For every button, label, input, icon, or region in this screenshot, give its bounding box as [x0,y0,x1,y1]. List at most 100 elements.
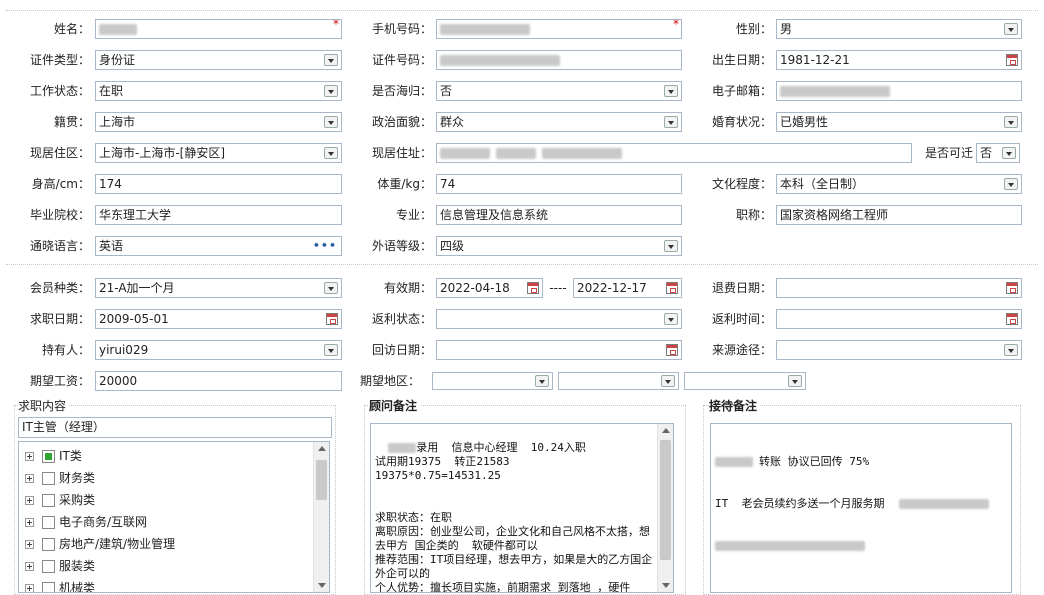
advisor-notes-scrollbar[interactable] [657,424,673,592]
native-select[interactable]: 上海市 [95,112,342,132]
rebate-status-select[interactable] [436,309,682,329]
residence-area-select[interactable]: 上海市-上海市-[静安区] [95,143,342,163]
phone-field[interactable]: * [436,19,682,39]
calendar-icon[interactable] [1006,54,1018,66]
scroll-down-icon[interactable] [318,583,326,588]
returnee-select[interactable]: 否 [436,81,682,101]
tree-item[interactable]: 财务类 [25,467,95,489]
chevron-down-icon[interactable] [324,282,338,294]
idtype-select[interactable]: 身份证 [95,50,342,70]
tree-scrollbar[interactable] [313,442,329,592]
chevron-down-icon[interactable] [324,344,338,356]
chevron-down-icon[interactable] [324,147,338,159]
major-field[interactable]: 信息管理及信息系统 [436,205,682,225]
rebate-time-label: 返利时间： [711,312,772,326]
chevron-down-icon[interactable] [324,54,338,66]
calendar-icon[interactable] [666,282,678,294]
scroll-up-icon[interactable] [318,446,326,451]
salary-field[interactable]: 20000 [95,371,342,391]
title-field[interactable]: 国家资格网络工程师 [776,205,1022,225]
rebate-time-field[interactable] [776,309,1022,329]
education-select[interactable]: 本科（全日制） [776,174,1022,194]
email-field[interactable] [776,81,1022,101]
expand-icon[interactable] [25,540,34,549]
chevron-down-icon[interactable] [664,240,678,252]
expand-icon[interactable] [25,562,34,571]
valid-from-field[interactable]: 2022-04-18 [436,278,543,298]
checkbox[interactable] [42,560,55,573]
scroll-thumb[interactable] [316,460,327,500]
tree-item[interactable]: 采购类 [25,489,95,511]
checkbox[interactable] [42,516,55,529]
visit-date-field[interactable] [436,340,682,360]
tree-item[interactable]: IT类 [25,445,82,467]
apply-date-field[interactable]: 2009-05-01 [95,309,342,329]
idno-field[interactable] [436,50,682,70]
chevron-down-icon[interactable] [1004,23,1018,35]
holder-label: 持有人： [41,343,90,357]
scroll-thumb[interactable] [660,440,671,560]
chevron-down-icon[interactable] [661,375,675,387]
scroll-down-icon[interactable] [662,583,670,588]
reception-notes-textarea[interactable]: 转账 协议已回传 75% IT 老会员续约多送一个月服务期 [710,423,1012,593]
chevron-down-icon[interactable] [788,375,802,387]
marital-select[interactable]: 已婚男性 [776,112,1022,132]
chevron-down-icon[interactable] [664,116,678,128]
checkbox-partial[interactable] [42,450,55,463]
expand-icon[interactable] [25,452,34,461]
expand-icon[interactable] [25,474,34,483]
workstatus-select[interactable]: 在职 [95,81,342,101]
scroll-up-icon[interactable] [662,428,670,433]
relocate-select[interactable]: 否 [976,143,1020,163]
langlevel-select[interactable]: 四级 [436,236,682,256]
member-type-select[interactable]: 21-A加一个月 [95,278,342,298]
chevron-down-icon[interactable] [664,313,678,325]
calendar-icon[interactable] [1006,282,1018,294]
tree-item[interactable]: 房地产/建筑/物业管理 [25,533,175,555]
redacted-address [496,148,536,159]
valid-to-field[interactable]: 2022-12-17 [573,278,682,298]
tree-item[interactable]: 电子商务/互联网 [25,511,147,533]
language-field[interactable]: 英语 ••• [95,236,342,256]
checkbox[interactable] [42,472,55,485]
calendar-icon[interactable] [326,313,338,325]
job-selected-field[interactable]: IT主管（经理） [18,417,332,438]
checkbox[interactable] [42,582,55,592]
tree-item[interactable]: 服装类 [25,555,95,577]
residence-addr-field[interactable] [436,143,912,163]
chevron-down-icon[interactable] [324,85,338,97]
checkbox[interactable] [42,494,55,507]
advisor-notes-textarea[interactable]: 录用 信息中心经理 10.24入职 试用期19375 转正21583 19375… [370,423,674,593]
weight-field[interactable]: 74 [436,174,682,194]
chevron-down-icon[interactable] [535,375,549,387]
expand-icon[interactable] [25,518,34,527]
tree-item[interactable]: 机械类 [25,577,95,592]
expand-icon[interactable] [25,496,34,505]
name-field[interactable]: * [95,19,342,39]
chevron-down-icon[interactable] [1004,344,1018,356]
school-field[interactable]: 华东理工大学 [95,205,342,225]
checkbox[interactable] [42,538,55,551]
region-district-select[interactable] [684,372,806,390]
chevron-down-icon[interactable] [1004,116,1018,128]
holder-select[interactable]: yirui029 [95,340,342,360]
chevron-down-icon[interactable] [664,85,678,97]
chevron-down-icon[interactable] [1002,147,1016,159]
more-icon[interactable]: ••• [313,237,337,255]
political-select[interactable]: 群众 [436,112,682,132]
expand-icon[interactable] [25,584,34,592]
apply-date-value: 2009-05-01 [99,312,169,326]
source-select[interactable] [776,340,1022,360]
calendar-icon[interactable] [666,344,678,356]
region-province-select[interactable] [432,372,553,390]
birth-date-field[interactable]: 1981-12-21 [776,50,1022,70]
calendar-icon[interactable] [527,282,539,294]
chevron-down-icon[interactable] [324,116,338,128]
region-city-select[interactable] [558,372,679,390]
gender-select[interactable]: 男 [776,19,1022,39]
refund-date-field[interactable] [776,278,1022,298]
chevron-down-icon[interactable] [1004,178,1018,190]
calendar-icon[interactable] [1006,313,1018,325]
valid-separator: ---- [549,281,567,295]
height-field[interactable]: 174 [95,174,342,194]
